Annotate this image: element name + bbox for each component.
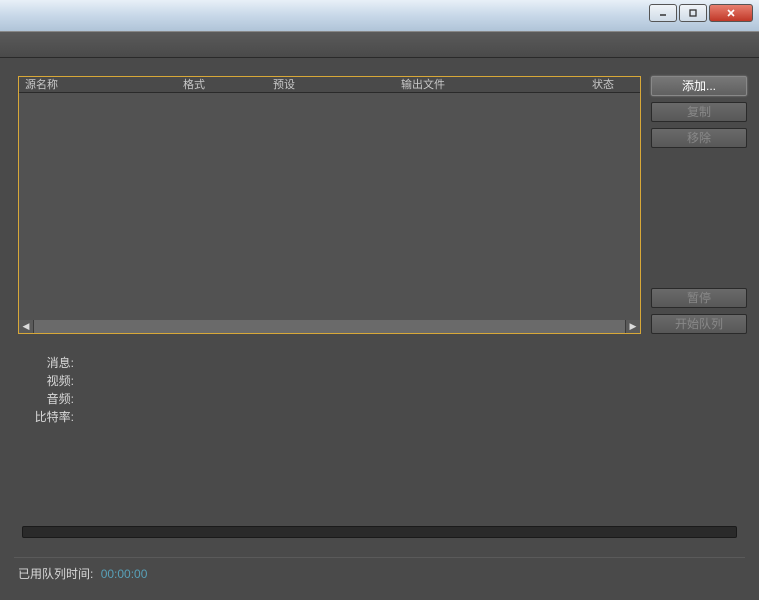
scroll-track[interactable] — [34, 320, 625, 333]
progress-container — [22, 526, 737, 538]
horizontal-scrollbar[interactable]: ◀ ▶ — [19, 320, 640, 333]
duplicate-button[interactable]: 复制 — [651, 102, 747, 122]
queue-panel: 源名称 格式 预设 输出文件 状态 ◀ ▶ — [18, 76, 641, 334]
add-button[interactable]: 添加... — [651, 76, 747, 96]
remove-button[interactable]: 移除 — [651, 128, 747, 148]
bitrate-label: 比特率: — [18, 408, 74, 426]
queue-body[interactable] — [19, 93, 640, 320]
maximize-button[interactable] — [679, 4, 707, 22]
scroll-left-icon[interactable]: ◀ — [19, 320, 33, 333]
elapsed-label: 已用队列时间: — [18, 567, 93, 581]
column-preset[interactable]: 预设 — [267, 77, 395, 92]
minimize-button[interactable] — [649, 4, 677, 22]
toolbar-strip — [0, 32, 759, 58]
elapsed-value: 00:00:00 — [101, 567, 148, 581]
column-source[interactable]: 源名称 — [19, 77, 177, 92]
close-button[interactable] — [709, 4, 753, 22]
message-label: 消息: — [18, 354, 74, 372]
pause-button[interactable]: 暂停 — [651, 288, 747, 308]
audio-label: 音频: — [18, 390, 74, 408]
column-format[interactable]: 格式 — [177, 77, 267, 92]
column-output[interactable]: 输出文件 — [395, 77, 555, 92]
scroll-right-icon[interactable]: ▶ — [626, 320, 640, 333]
info-block: 消息: 视频: 音频: 比特率: — [18, 354, 747, 426]
video-label: 视频: — [18, 372, 74, 390]
progress-bar — [22, 526, 737, 538]
column-status[interactable]: 状态 — [555, 77, 640, 92]
divider — [14, 557, 745, 558]
queue-header: 源名称 格式 预设 输出文件 状态 — [19, 77, 640, 93]
title-bar — [0, 0, 759, 32]
main-area: 源名称 格式 预设 输出文件 状态 ◀ ▶ 添加... 复制 移除 暂停 开始队… — [0, 58, 759, 600]
status-row: 已用队列时间: 00:00:00 — [18, 565, 147, 582]
side-button-panel: 添加... 复制 移除 暂停 开始队列 — [651, 76, 747, 334]
start-queue-button[interactable]: 开始队列 — [651, 314, 747, 334]
window-controls — [649, 4, 753, 22]
